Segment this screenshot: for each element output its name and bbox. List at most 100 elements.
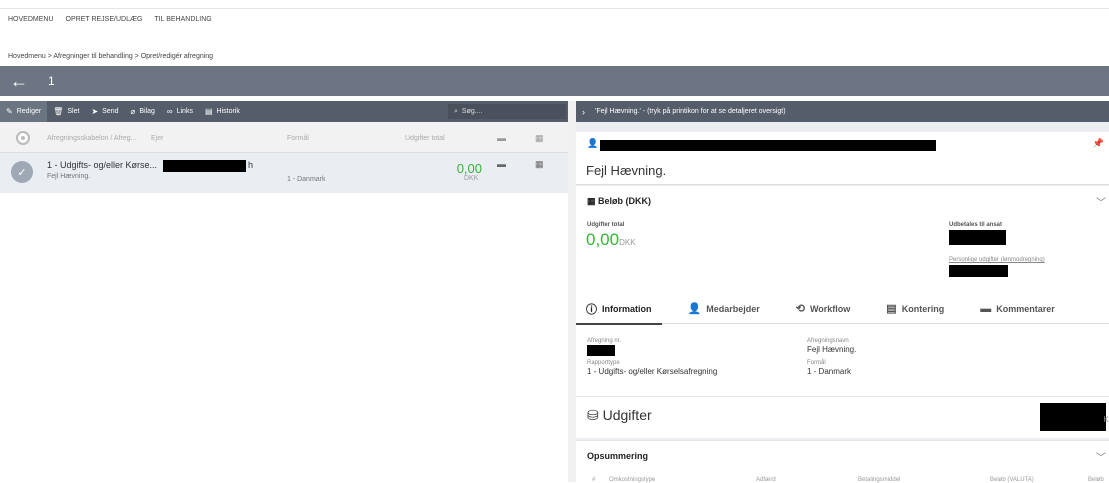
purpose-value: 1 - Danmark (807, 367, 852, 376)
pencil-icon: ✎ (6, 107, 13, 116)
tab-workflow[interactable]: ⟲ Workflow (786, 294, 861, 324)
row-title-suffix: h (248, 160, 254, 170)
summary-title[interactable]: Opsummering (587, 451, 648, 461)
payout-label: Udbetales til ansat (949, 222, 1003, 228)
column-header-payment: Betalingsmiddel (858, 477, 901, 483)
chevron-down-icon[interactable]: ﹀ (1096, 194, 1106, 209)
links-button[interactable]: ∞ Links (161, 101, 199, 122)
report-type-label: Rapporttype (587, 360, 620, 366)
expenses-title-label: Udgifter (602, 407, 652, 423)
history-button-label: Historik (216, 108, 240, 115)
pin-icon[interactable]: 📌 (1093, 138, 1104, 149)
total-currency: DKK (619, 238, 636, 247)
calculator-icon: ▦ (587, 196, 599, 206)
back-arrow-icon[interactable]: ← (10, 72, 28, 90)
comment-icon[interactable]: ▬ (497, 159, 506, 169)
list-header: Afregningsskabelon / Afreg... Ejer Formå… (0, 122, 568, 153)
column-header-purpose[interactable]: Formål (287, 135, 309, 142)
redacted-block (600, 140, 936, 151)
list-toolbar: ✎ Rediger 🗑 Slet ➤ Send ⌀ Bilag ∞ Links ▤ Hist… (0, 101, 568, 122)
search-icon: ⌕ (454, 107, 458, 115)
tab-medarbejder[interactable]: 👤 Medarbejder (678, 294, 770, 324)
comment-icon: ▬ (980, 302, 992, 315)
delete-button-label: Slet (67, 108, 80, 115)
top-menu: HOVEDMENU OPRET REJSE/UDLÆG TIL BEHANDLI… (0, 8, 1109, 30)
attachment-button-label: Bilag (139, 108, 155, 115)
detail-card: 👤 📌 Fejl Hævning. (576, 132, 1109, 185)
column-header-amount-currency: Beløb (VALUTA) (990, 477, 1034, 483)
send-icon: ➤ (91, 107, 99, 116)
delete-button[interactable]: 🗑 Slet (47, 101, 85, 122)
detail-header-text: 'Fejl Hævning.' - (tryk på printikon for… (595, 108, 786, 115)
detail-heading: Fejl Hævning. (586, 163, 667, 178)
panel-splitter[interactable] (568, 101, 576, 482)
grid-icon[interactable]: ▦ (535, 159, 544, 170)
total-amount-value: 0,00 (586, 230, 620, 249)
chevron-down-icon[interactable]: ﹀ (1096, 449, 1106, 464)
search-input[interactable]: ⌕ Søg.... (448, 104, 566, 119)
grid-icon: ▦ (535, 133, 544, 143)
select-all-radio[interactable] (16, 131, 30, 145)
tab-kommentarer[interactable]: ▬ Kommentarer (970, 294, 1065, 324)
tab-workflow-label: Workflow (809, 303, 851, 314)
redacted-block (587, 345, 615, 356)
amount-section-label: Beløb (DKK) (598, 196, 652, 206)
person-icon: 👤 (587, 138, 599, 148)
history-icon: ▤ (204, 107, 213, 116)
person-icon: 👤 (687, 303, 702, 315)
amount-card: ▦ Beløb (DKK) ﹀ Udgifter total 0,00DKK U… (576, 186, 1109, 396)
edit-button[interactable]: ✎ Rediger (0, 101, 48, 122)
tab-kommentarer-label: Kommentarer (996, 303, 1055, 314)
trash-icon: 🗑 (53, 107, 64, 116)
edit-button-label: Rediger (16, 108, 42, 115)
column-header-owner[interactable]: Ejer (151, 135, 163, 142)
amount-section-title[interactable]: ▦ Beløb (DKK) (587, 196, 651, 207)
chevron-right-icon[interactable]: › (582, 107, 585, 117)
expenses-card: ⛁ Udgifter K (576, 396, 1109, 438)
tab-medarbejder-label: Medarbejder (706, 303, 760, 314)
send-button[interactable]: ➤ Send (85, 101, 124, 122)
links-button-label: Links (176, 108, 193, 115)
expenses-suffix: K (1103, 415, 1109, 424)
database-icon: ⛁ (587, 407, 603, 423)
history-button[interactable]: ▤ Historik (199, 101, 246, 122)
menu-item-hovedmenu[interactable]: HOVEDMENU (8, 16, 54, 23)
column-header-number: # (592, 477, 596, 483)
redacted-block (949, 265, 1008, 277)
detail-tabs: ⓘ Information 👤 Medarbejder ⟲ Workflow ▤ Kon… (576, 294, 1109, 325)
cycle-icon: ⟲ (795, 303, 805, 315)
table-row[interactable]: ✓ 1 - Udgifts- og/eller Kørse... h Fejl … (0, 153, 568, 193)
tab-kontering[interactable]: ▤ Kontering (876, 294, 954, 324)
send-button-label: Send (102, 108, 119, 115)
comment-icon: ▬ (497, 133, 506, 143)
checkmark-icon[interactable]: ✓ (11, 161, 33, 183)
paperclip-icon: ⌀ (130, 107, 136, 116)
detail-header-bar: › 'Fejl Hævning.' - (tryk på printikon f… (576, 101, 1109, 122)
personal-label[interactable]: Personlige udgifter (lønmodregning) (949, 257, 1045, 263)
expenses-title: ⛁ Udgifter (587, 407, 652, 424)
tab-information-label: Information (602, 303, 652, 314)
redacted-block (949, 230, 1006, 245)
column-header-total[interactable]: Udgifter total (405, 135, 445, 142)
info-icon: ⓘ (586, 303, 597, 316)
row-amount: 0,00 (456, 161, 482, 176)
attachment-button[interactable]: ⌀ Bilag (125, 101, 161, 122)
summary-card: Opsummering ﹀ # Omkostningstype Adfærd B… (576, 440, 1109, 483)
page-title: 1 (48, 74, 55, 88)
binary-icon: ▤ (886, 303, 897, 315)
total-amount: 0,00DKK (586, 230, 636, 250)
row-subtitle: Fejl Hævning. (47, 173, 91, 180)
tab-kontering-label: Kontering (901, 303, 945, 314)
settlement-nr-label: Afregning nr. (587, 338, 622, 344)
menu-item-opret-rejse[interactable]: OPRET REJSE/UDLÆG (66, 16, 143, 23)
tab-information[interactable]: ⓘ Information (576, 294, 662, 325)
menu-item-til-behandling[interactable]: TIL BEHANDLING (154, 16, 211, 23)
column-header-behavior: Adfærd (756, 477, 776, 483)
column-header-cost-type: Omkostningstype (609, 477, 656, 483)
breadcrumb[interactable]: Hovedmenu > Afregninger til behandling >… (8, 53, 213, 60)
settlement-name-label: Afregningsnavn (807, 338, 849, 344)
link-icon: ∞ (166, 107, 173, 116)
total-label: Udgifter total (587, 222, 625, 228)
column-header-template[interactable]: Afregningsskabelon / Afreg... (47, 135, 137, 142)
column-header-amount: Beløb (1088, 477, 1104, 483)
